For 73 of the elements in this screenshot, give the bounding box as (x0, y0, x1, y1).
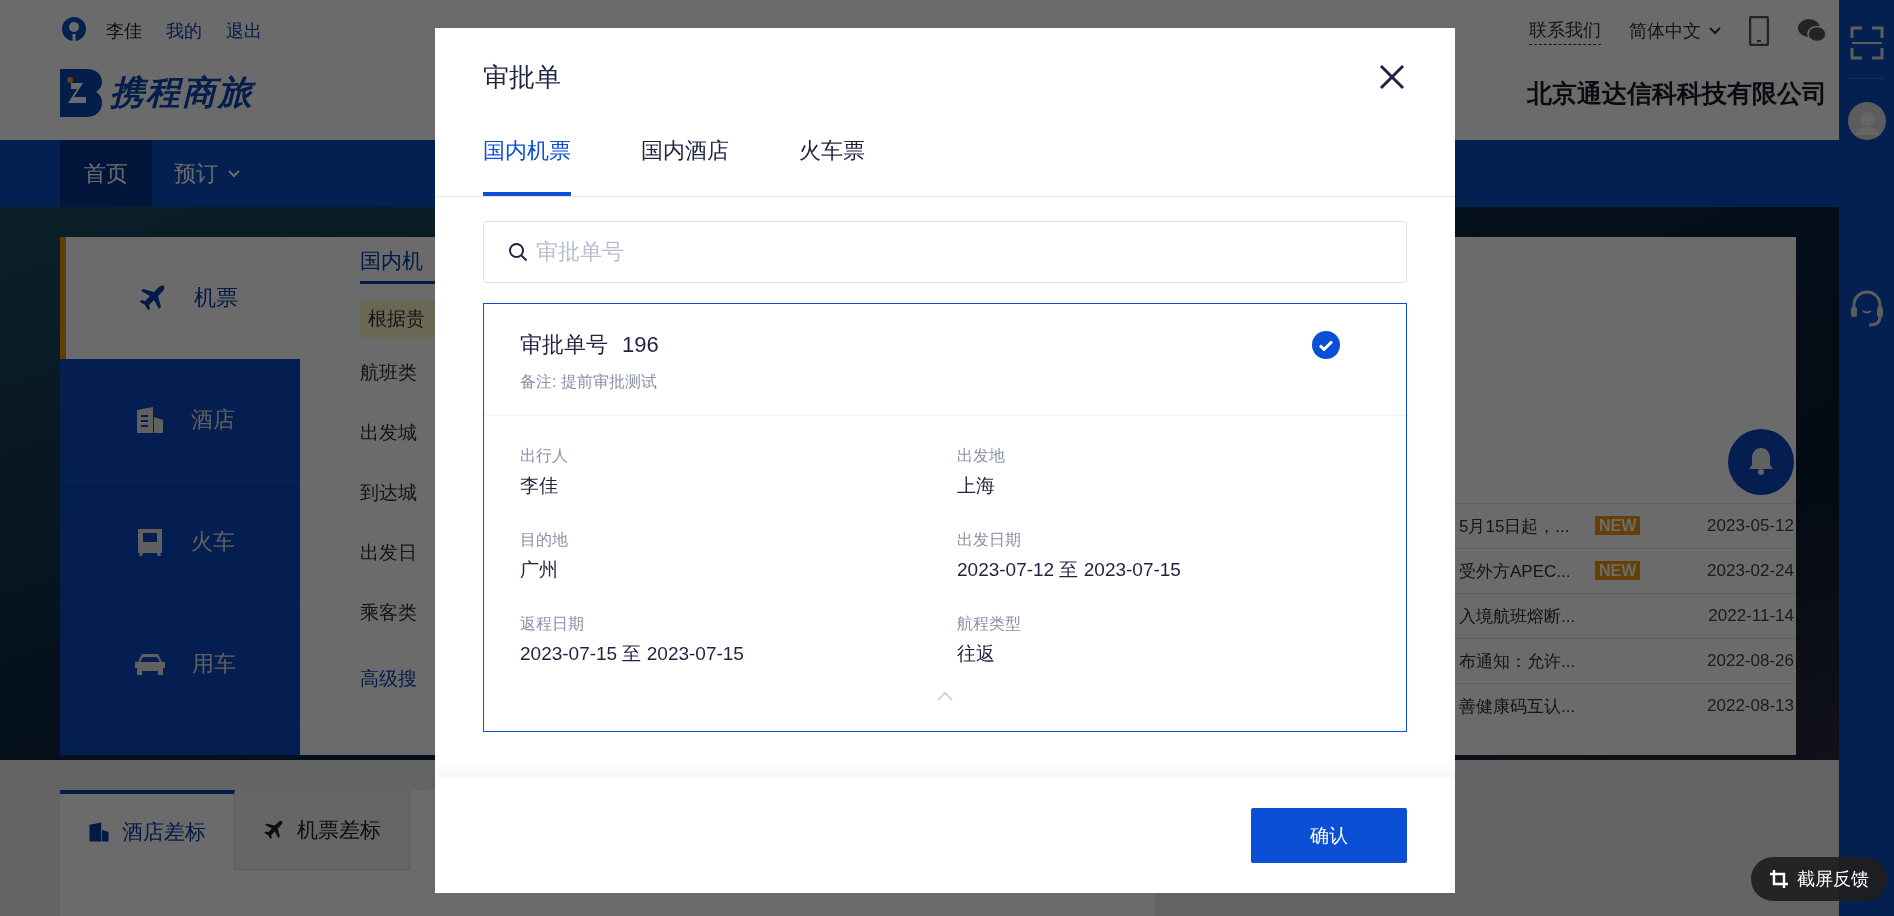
detail-label: 航程类型 (957, 614, 1022, 634)
chevron-icon[interactable] (937, 691, 953, 701)
news-title[interactable]: 5月15日起，... (1455, 514, 1595, 538)
approval-remark: 备注: 提前审批测试 (520, 372, 658, 392)
header-link[interactable]: 退出 (226, 19, 262, 43)
bell-icon[interactable] (1728, 429, 1794, 495)
search-field[interactable]: 审批单号 (483, 221, 1407, 283)
caret-icon (1709, 27, 1721, 35)
detail-value: 广州 (520, 558, 559, 582)
building-icon (88, 821, 110, 843)
new-badge: NEW (1595, 561, 1641, 580)
building-icon (135, 404, 165, 435)
news-title[interactable]: 受外方APEC... (1455, 559, 1595, 583)
nav-item[interactable]: 预订 (152, 140, 262, 207)
plane-icon (263, 818, 285, 841)
news-date: 2022-11-14 (1708, 606, 1795, 626)
category-tab[interactable]: 火车 (60, 481, 300, 603)
advanced-search-link[interactable]: 高级搜 (360, 666, 417, 692)
phone-icon[interactable] (1749, 16, 1769, 46)
news-title[interactable]: 善健康码互认... (1455, 694, 1595, 718)
detail-label: 出行人 (520, 446, 569, 466)
logo-icon (60, 69, 102, 117)
detail-value: 往返 (957, 642, 996, 666)
field-label: 航班类 (360, 361, 417, 385)
category-tab[interactable]: 酒店 (60, 359, 300, 481)
detail-label: 目的地 (520, 530, 569, 550)
search-icon (508, 242, 528, 262)
field-label: 乘客类 (360, 601, 417, 625)
detail-value: 2023-07-15 至 2023-07-15 (520, 642, 745, 666)
close-icon[interactable] (1379, 64, 1405, 90)
approval-number-label: 审批单号 (520, 331, 608, 359)
approval-card[interactable]: 审批单号 196 备注: 提前审批测试 出行人 李佳 出发地 上海 目的地 广州 出发日期 2023-07-12 至 2023-07-15 返程日期 2023-07-15 至 2023-07-15 航程类型 往返 (483, 303, 1407, 732)
detail-value: 李佳 (520, 474, 559, 498)
detail-label: 返程日期 (520, 614, 585, 634)
new-badge: NEW (1595, 516, 1641, 535)
contact-link[interactable]: 联系我们 (1529, 17, 1601, 45)
category-tab[interactable]: 用车 (60, 603, 300, 725)
dialog-tab[interactable]: 火车票 (799, 136, 865, 196)
field-label: 出发城 (360, 421, 417, 445)
detail-label: 出发日期 (957, 530, 1022, 550)
language-dropdown[interactable]: 简体中文 (1629, 19, 1721, 43)
news-title[interactable]: 布通知：允许... (1455, 649, 1595, 673)
nav-item[interactable]: 首页 (60, 140, 152, 207)
dialog-title: 审批单 (483, 60, 561, 94)
detail-label: 出发地 (957, 446, 1006, 466)
news-date: 2023-02-24 (1707, 561, 1795, 581)
standards-tab[interactable]: 机票差标 (235, 790, 410, 870)
dialog-tab[interactable]: 国内机票 (483, 136, 571, 196)
caret-icon (228, 169, 240, 178)
standards-tab[interactable]: 酒店差标 (60, 790, 235, 870)
header-link[interactable]: 我的 (166, 19, 202, 43)
confirm-button[interactable]: 确认 (1251, 808, 1407, 863)
field-label: 到达城 (360, 481, 417, 505)
approval-number: 196 (622, 332, 659, 358)
chat-bubbles-icon[interactable] (1797, 18, 1827, 44)
feedback-button[interactable]: 截屏反馈 (1751, 857, 1887, 901)
user-name: 李佳 (106, 20, 142, 43)
company-name: 北京通达信科科技有限公司 (1527, 77, 1827, 109)
scan-icon[interactable] (1849, 26, 1884, 79)
news-title[interactable]: 入境航班熔断... (1455, 604, 1595, 628)
crop-icon (1769, 869, 1789, 889)
headset-icon[interactable] (1849, 289, 1884, 327)
news-date: 2023-05-12 (1707, 516, 1795, 536)
avatar-icon[interactable] (1846, 101, 1887, 141)
check-icon (1312, 331, 1340, 359)
news-date: 2022-08-26 (1707, 651, 1795, 671)
train-icon (135, 526, 165, 557)
logo-text: 携程商旅 (110, 72, 254, 113)
detail-value: 2023-07-12 至 2023-07-15 (957, 558, 1182, 582)
dialog-tab[interactable]: 国内酒店 (641, 136, 729, 196)
detail-value: 上海 (957, 474, 996, 498)
field-label: 出发日 (360, 541, 417, 565)
news-date: 2022-08-13 (1707, 696, 1795, 716)
